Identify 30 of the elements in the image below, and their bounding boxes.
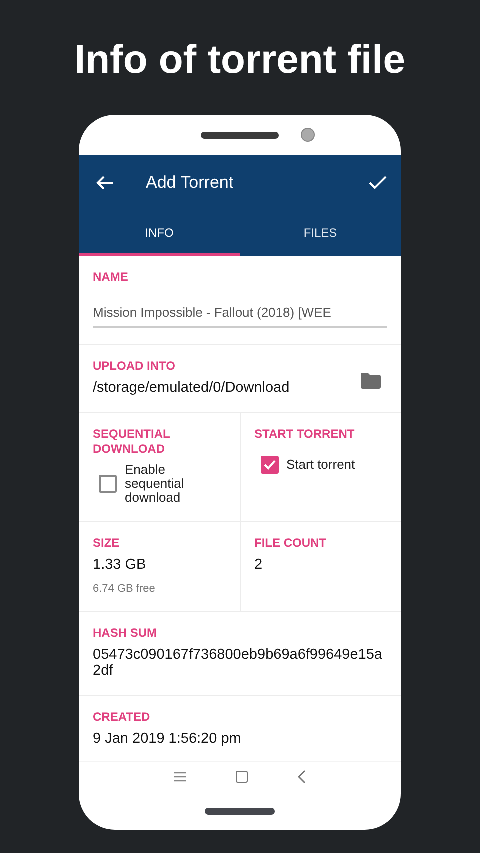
field-value: 1.33 GB [93, 557, 148, 573]
folder-icon[interactable] [361, 373, 381, 389]
headline: Info of torrent file [73, 37, 407, 84]
name-field[interactable]: Mission Impossible - Fallout (2018) [WEE [93, 305, 387, 328]
field-value: 05473c090167f736800eb9b69a6f99649e15a2df [93, 647, 384, 679]
camera-icon [301, 128, 315, 142]
field-label: UPLOAD INTO [93, 359, 176, 374]
field-label: HASH SUM [93, 626, 158, 641]
tab[interactable]: FILES [240, 210, 401, 256]
home-indicator[interactable] [205, 808, 275, 814]
checkbox-label: Start torrent [286, 458, 356, 472]
checkbox[interactable] [260, 456, 278, 474]
tab[interactable]: INFO [79, 210, 240, 256]
field-value: 2 [254, 557, 264, 573]
check-icon[interactable] [369, 176, 387, 190]
field-label: NAME [93, 270, 130, 285]
speaker-icon [201, 132, 279, 138]
field-label: SEQUENTIAL DOWNLOAD [93, 427, 172, 457]
home-icon[interactable] [236, 771, 248, 783]
field-label: FILE COUNT [254, 536, 328, 551]
field-label: CREATED [93, 710, 152, 725]
field-label: START TORRENT [254, 427, 356, 442]
recent-apps-icon[interactable] [174, 772, 186, 782]
checkbox[interactable] [99, 475, 117, 493]
free-space-note: 6.74 GB free [93, 583, 156, 595]
screen-title: Add Torrent [146, 172, 235, 192]
field-label: SIZE [93, 536, 121, 551]
field-value: 9 Jan 2019 1:56:20 pm [93, 731, 242, 747]
path-value: /storage/emulated/0/Download [93, 380, 290, 396]
checkbox-label: Enable sequential download [125, 463, 186, 505]
